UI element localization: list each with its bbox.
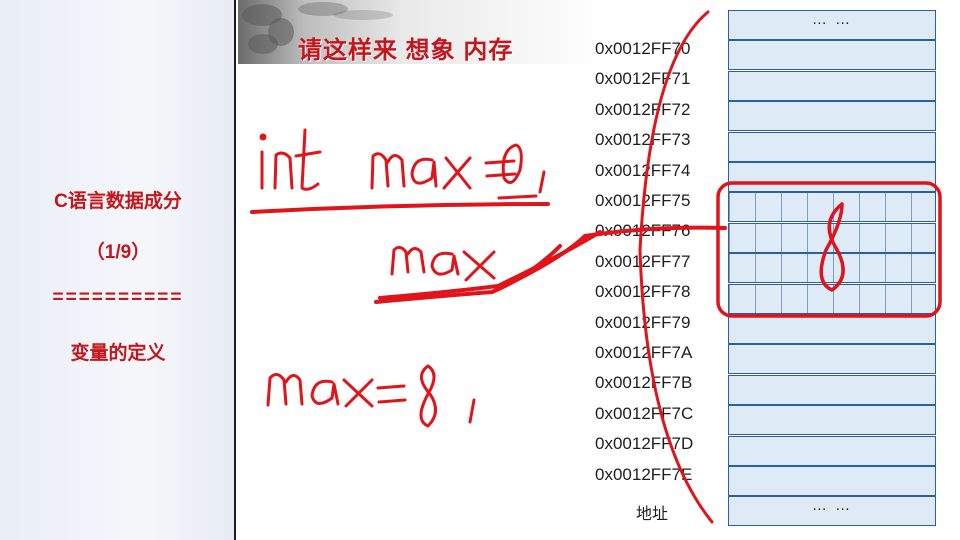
divider-text: ========== bbox=[52, 287, 184, 308]
memory-cell bbox=[728, 344, 936, 375]
memory-cell bbox=[728, 405, 936, 436]
memory-address-label: 0x0012FF7C bbox=[595, 403, 694, 423]
memory-address-label: 0x0012FF7D bbox=[595, 434, 694, 454]
memory-ellipsis-row: … … bbox=[728, 10, 936, 40]
slide-title: 请这样来 想象 内存 bbox=[298, 37, 514, 64]
section-title: 变量的定义 bbox=[70, 343, 166, 364]
memory-cell bbox=[728, 314, 936, 344]
memory-cell bbox=[728, 466, 936, 496]
memory-cell bbox=[728, 162, 936, 192]
memory-address-label: 0x0012FF7A bbox=[595, 343, 693, 362]
memory-address-label: 0x0012FF75 bbox=[595, 191, 691, 210]
memory-cell bbox=[728, 131, 936, 162]
memory-address-label: 0x0012FF74 bbox=[595, 160, 691, 180]
memory-address-label: 0x0012FF72 bbox=[595, 99, 691, 119]
memory-cell bbox=[728, 374, 936, 405]
chapter-sidebar: C语言数据成分 （1/9） ========== 变量的定义 bbox=[0, 0, 236, 540]
memory-address-label: 0x0012FF77 bbox=[595, 251, 691, 271]
slide-canvas: 请这样来 想象 内存 0x0012FF70 0x0012FF71 0x0012FF7… bbox=[238, 0, 960, 540]
ellipsis-text: … … bbox=[811, 11, 853, 28]
memory-address-label: 0x0012FF76 bbox=[595, 221, 691, 241]
memory-address-label: 0x0012FF71 bbox=[595, 69, 691, 89]
memory-address-label: 0x0012FF78 bbox=[595, 282, 691, 302]
address-caption: 地址 bbox=[636, 506, 669, 523]
memory-cell bbox=[728, 435, 936, 466]
memory-ellipsis-row: … … bbox=[728, 496, 936, 527]
ellipsis-text: … … bbox=[811, 497, 853, 515]
memory-cell bbox=[728, 283, 936, 314]
memory-address-label: 0x0012FF7B bbox=[595, 373, 693, 393]
memory-address-label: 0x0012FF7E bbox=[595, 464, 693, 484]
memory-cell bbox=[728, 40, 936, 71]
memory-address-label: 0x0012FF79 bbox=[595, 312, 691, 332]
memory-cell bbox=[728, 192, 936, 223]
memory-cell bbox=[728, 101, 936, 132]
memory-address-label: 0x0012FF70 bbox=[595, 39, 691, 58]
memory-cell bbox=[728, 70, 936, 101]
memory-address-label: 0x0012FF73 bbox=[595, 130, 691, 150]
chapter-title: C语言数据成分 bbox=[54, 191, 182, 212]
page-indicator: （1/9） bbox=[85, 242, 151, 263]
memory-cell bbox=[728, 222, 936, 253]
memory-cell bbox=[728, 253, 936, 284]
